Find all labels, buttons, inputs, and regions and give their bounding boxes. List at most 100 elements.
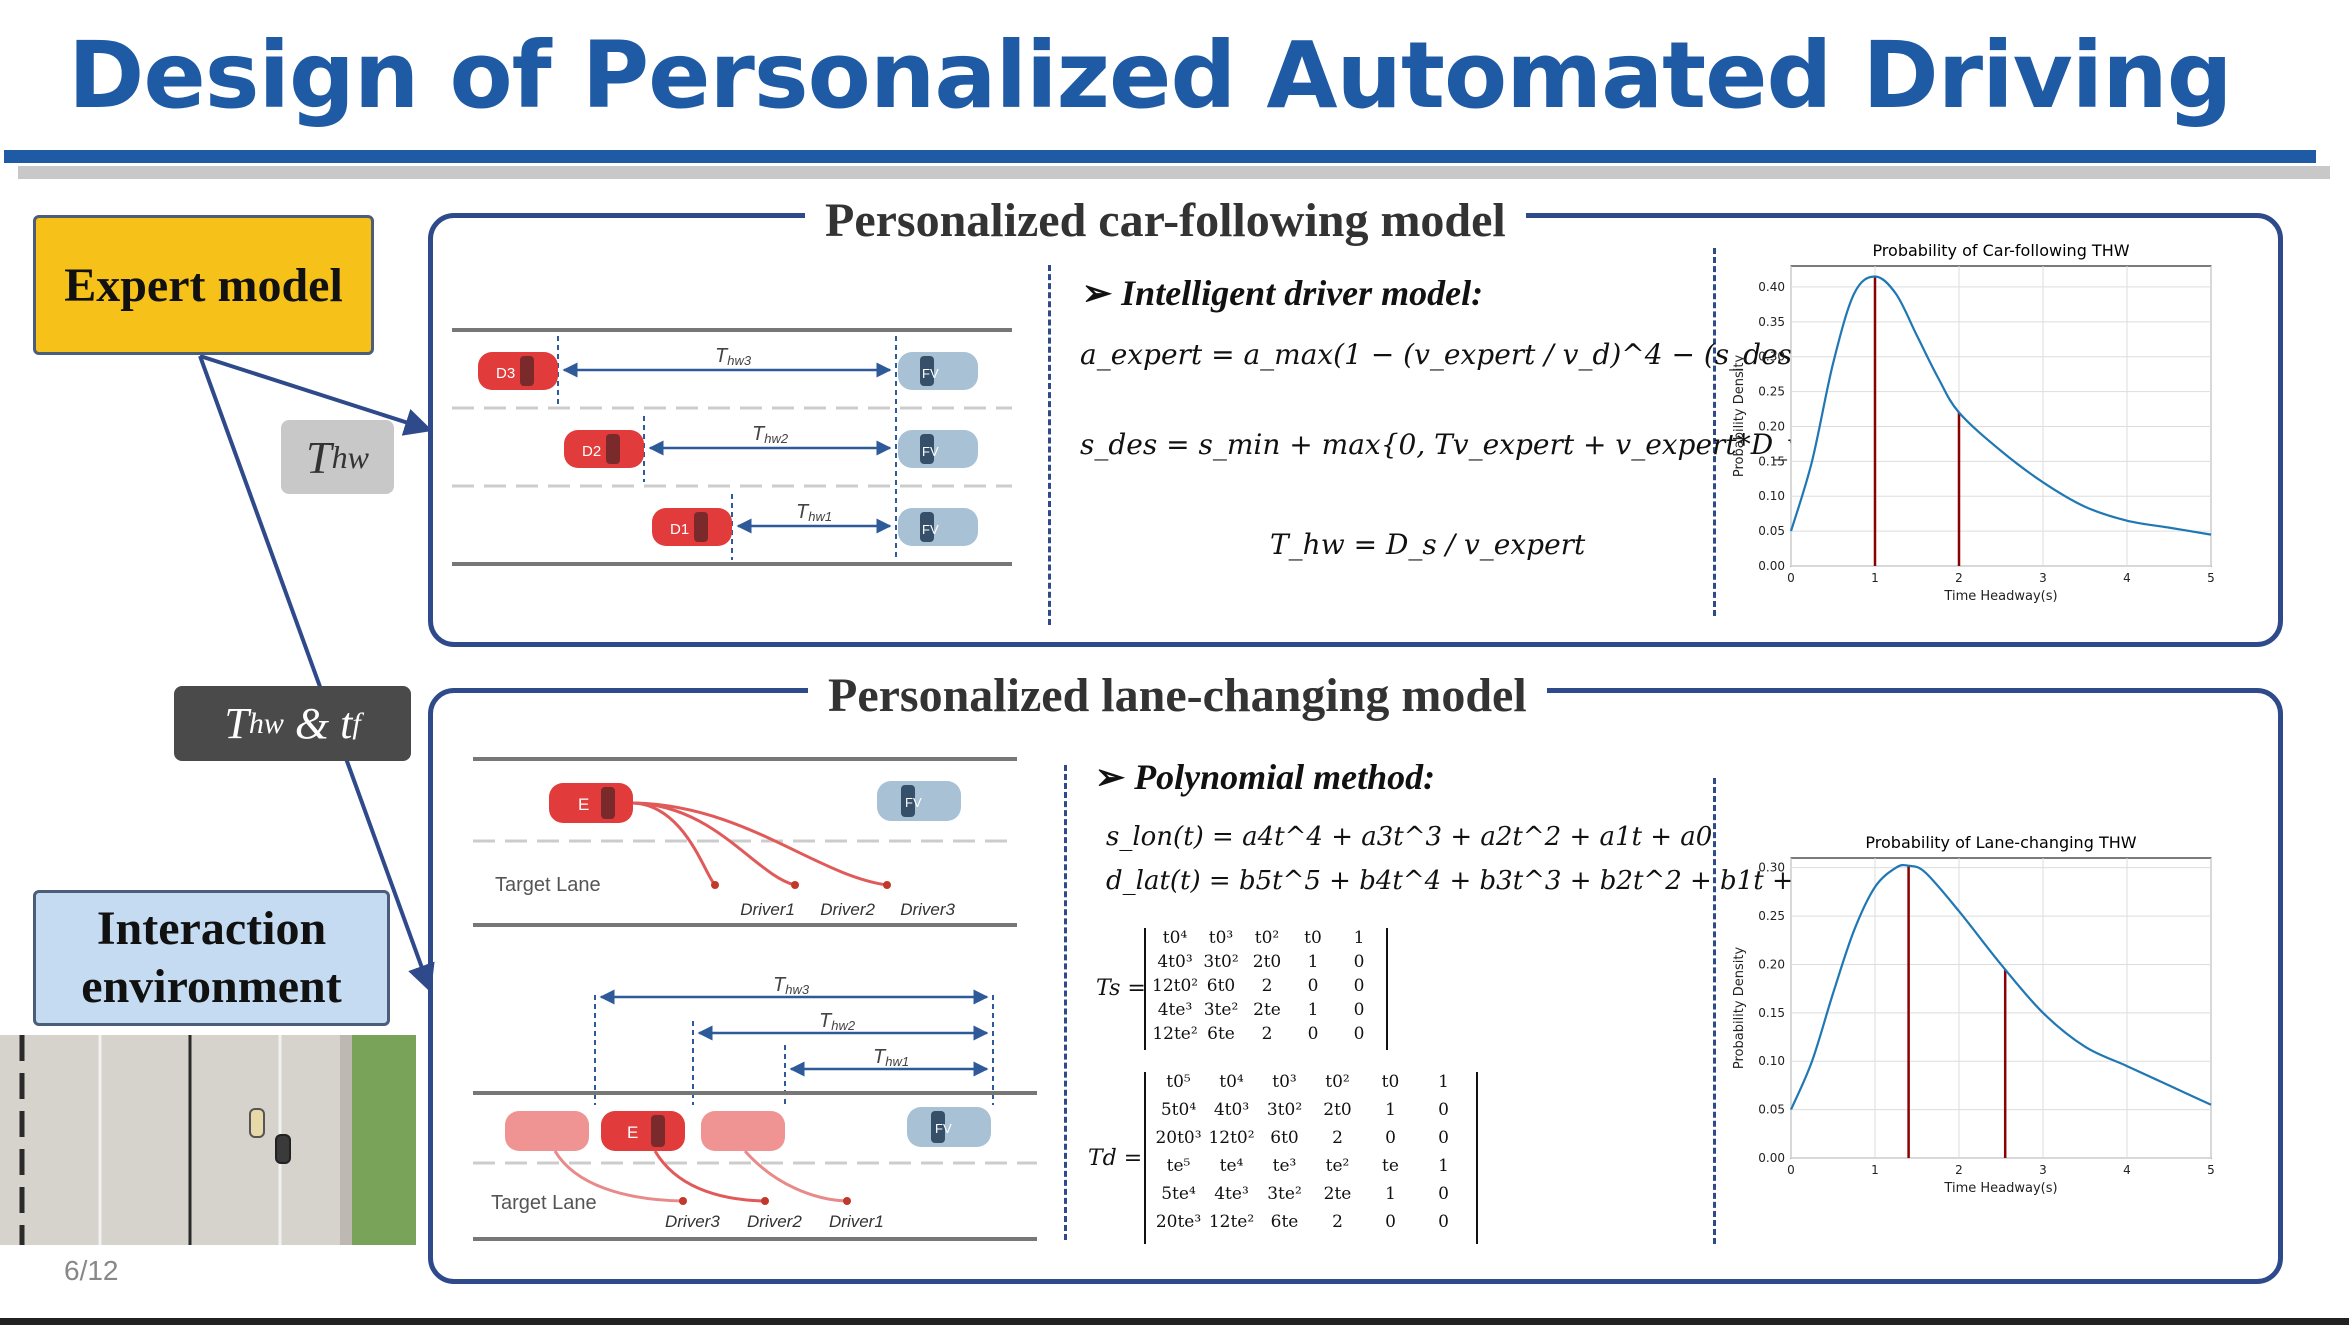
svg-text:D1: D1 [670, 521, 689, 538]
x-tick-label: 2 [1955, 571, 1963, 585]
car-d1: D1 [652, 508, 732, 546]
ts-label: Ts = [1096, 976, 1146, 1001]
thw-subscript: hw [248, 706, 284, 740]
x-tick-label: 5 [2207, 571, 2215, 585]
y-tick-label: 0.20 [1758, 419, 1785, 433]
matrix-cell: 6t0 [1270, 1128, 1299, 1148]
driver2-label-bottom: Driver2 [747, 1212, 802, 1231]
equation-t-hw: T_hw = D_s / v_expert [1270, 528, 1586, 561]
matrix-cell: 1 [1307, 952, 1319, 972]
x-axis-label: Time Headway(s) [1943, 1181, 2057, 1196]
y-tick-label: 0.15 [1758, 454, 1785, 468]
ampersand: & [283, 699, 341, 748]
sim-car-1 [249, 1108, 265, 1138]
lc-thw3-label: Thw3 [773, 974, 810, 997]
y-tick-label: 0.05 [1758, 524, 1785, 538]
x-tick-label: 1 [1871, 1163, 1879, 1177]
y-tick-label: 0.35 [1758, 315, 1785, 329]
x-tick-label: 3 [2039, 571, 2047, 585]
simulation-road-image [0, 1035, 416, 1245]
x-axis-label: Time Headway(s) [1943, 589, 2057, 604]
y-tick-label: 0.20 [1758, 957, 1785, 971]
x-tick-label: 4 [2123, 571, 2131, 585]
tf-symbol: t [340, 699, 353, 748]
car-following-thw-chart: Probability of Car-following THW 0 1 2 3 4 5 0.… [1732, 241, 2215, 604]
matrix-cell: te² [1325, 1156, 1350, 1176]
expert-model-label: Expert model [64, 258, 343, 312]
thw2-label: Thw2 [752, 423, 789, 446]
matrix-cell: te³ [1272, 1156, 1297, 1176]
bullet-arrow-icon: ➢ [1082, 273, 1122, 313]
bottom-bar [0, 1318, 2349, 1325]
divider [1713, 778, 1716, 1244]
matrix-cell: 4t0³ [1157, 952, 1193, 972]
matrix-cell: t0 [1304, 928, 1322, 948]
lane-changing-title: Personalized lane-changing model [808, 668, 1547, 723]
svg-text:FV: FV [922, 444, 939, 459]
matrix-cell: 0 [1438, 1212, 1449, 1232]
td-matrix: t0⁵ t0⁴ t0³ t0² t0 1 5t0⁴ 4t0³ 3t0² 2t0 1 0 20t0³ 12t… [1144, 1072, 1478, 1244]
matrix-cell: 2t0 [1323, 1100, 1352, 1120]
page-number: 6/12 [64, 1255, 119, 1286]
td-label: Td = [1088, 1146, 1143, 1171]
x-tick-label: 5 [2207, 1163, 2215, 1177]
matrix-cell: 1 [1385, 1184, 1396, 1204]
svg-text:E: E [627, 1123, 638, 1142]
matrix-cell: 1 [1385, 1100, 1396, 1120]
lc-ghost-car-2 [701, 1111, 785, 1151]
matrix-cell: 2 [1261, 976, 1273, 996]
interaction-environment-line1: Interaction [96, 902, 327, 956]
matrix-cell: 0 [1307, 976, 1319, 996]
matrix-cell: 2te [1323, 1184, 1352, 1204]
matrix-cell: 12t0² [1152, 976, 1199, 996]
thw-subscript: hw [331, 438, 369, 475]
lc-ego-car-bottom: E [601, 1111, 685, 1151]
y-axis-label: Probability Density [1732, 355, 1747, 478]
matrix-cell: 0 [1385, 1212, 1396, 1232]
interaction-environment-box: Interaction environment [33, 890, 390, 1026]
y-tick-label: 0.05 [1758, 1103, 1785, 1117]
matrix-cell: 6te [1207, 1024, 1235, 1044]
lc-thw1-label: Thw1 [873, 1046, 909, 1069]
lc-ghost-car-1 [505, 1111, 589, 1151]
thw1-label: Thw1 [796, 501, 832, 524]
driver2-label-top: Driver2 [820, 900, 875, 919]
expert-model-box: Expert model [33, 215, 374, 355]
y-tick-label: 0.30 [1758, 350, 1785, 364]
lane-changing-thw-chart: Probability of Lane-changing THW 0 1 2 3 4 5 0.… [1732, 833, 2215, 1196]
matrix-cell: te⁴ [1219, 1156, 1244, 1176]
x-tick-label: 0 [1787, 1163, 1795, 1177]
matrix-cell: t0⁵ [1166, 1072, 1191, 1092]
x-tick-label: 1 [1871, 571, 1879, 585]
y-tick-label: 0.25 [1758, 909, 1785, 923]
y-axis-label: Probability Density [1732, 947, 1747, 1070]
matrix-cell: 20te³ [1155, 1212, 1202, 1232]
matrix-cell: 5t0⁴ [1160, 1100, 1197, 1120]
matrix-cell: 12te² [1208, 1212, 1255, 1232]
lc-ego-car-top: E [549, 783, 633, 823]
y-tick-label: 0.10 [1758, 1054, 1785, 1068]
matrix-cell: t0⁴ [1162, 928, 1188, 948]
svg-text:FV: FV [922, 366, 939, 381]
matrix-cell: 0 [1353, 952, 1365, 972]
matrix-cell: 3t0² [1203, 952, 1239, 972]
matrix-cell: te [1382, 1156, 1399, 1176]
matrix-cell: 0 [1438, 1100, 1449, 1120]
matrix-cell: 3te² [1267, 1184, 1302, 1204]
car-d3: D3 [478, 352, 558, 390]
polynomial-method-heading: ➢ Polynomial method: [1095, 757, 1436, 797]
matrix-cell: 4t0³ [1213, 1100, 1250, 1120]
plot-area [1790, 265, 2212, 567]
matrix-cell: 6te [1270, 1212, 1299, 1232]
y-tick-label: 0.25 [1758, 385, 1785, 399]
svg-text:D3: D3 [496, 365, 515, 382]
matrix-cell: 3te² [1203, 1000, 1239, 1020]
car-fv-1: FV [898, 352, 978, 390]
thw-symbol: T [224, 699, 249, 748]
x-tick-label: 3 [2039, 1163, 2047, 1177]
car-fv-2: FV [898, 430, 978, 468]
matrix-cell: 5te⁴ [1161, 1184, 1196, 1204]
lc-fv-bottom: FV [907, 1107, 991, 1147]
equation-s-lon: s_lon(t) = a4t^4 + a3t^3 + a2t^2 + a1t +… [1106, 822, 1713, 852]
y-tick-label: 0.30 [1758, 861, 1785, 875]
